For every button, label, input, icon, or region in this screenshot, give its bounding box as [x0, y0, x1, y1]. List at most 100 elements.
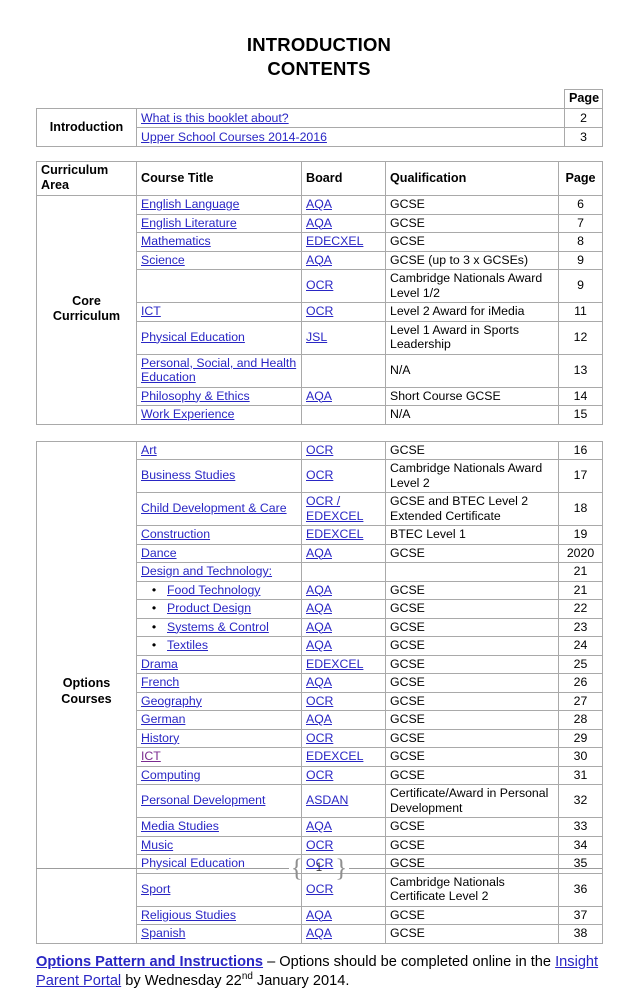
link-course-personal-social-and-health-education[interactable]: Personal, Social, and Health Education	[141, 356, 296, 385]
link-course-food-technology[interactable]: Food Technology	[167, 583, 260, 597]
link-course-work-experience[interactable]: Work Experience	[141, 407, 234, 421]
table-cell-qualification: GCSE	[385, 747, 559, 767]
link-board-ocr[interactable]: OCR	[306, 468, 333, 482]
link-course-mathematics[interactable]: Mathematics	[141, 234, 211, 248]
link-course-french[interactable]: French	[141, 675, 179, 689]
link-course-ict[interactable]: ICT	[141, 304, 161, 318]
link-course-media-studies[interactable]: Media Studies	[141, 819, 219, 833]
link-course-german[interactable]: German	[141, 712, 185, 726]
link-board-ocr-edexcel[interactable]: OCR / EDEXCEL	[306, 494, 363, 523]
link-board-ocr[interactable]: OCR	[306, 882, 333, 896]
table-cell-page: 18	[558, 492, 603, 527]
table-cell-page: 29	[558, 728, 603, 749]
table-cell-board: OCR	[301, 459, 386, 494]
table-cell-course-title: ICT	[136, 747, 302, 767]
table-cell-board: AQA	[301, 924, 386, 944]
table-cell-course-title: Art	[136, 440, 302, 461]
table-cell-qualification: GCSE	[385, 710, 559, 730]
table-cell-board: OCR / EDEXCEL	[301, 492, 386, 527]
table-cell-course-title: Dance	[136, 543, 302, 564]
link-board-aqa[interactable]: AQA	[306, 216, 332, 230]
table-cell-page: 28	[558, 710, 603, 730]
link-course-personal-development[interactable]: Personal Development	[141, 793, 265, 807]
page-number: 1	[315, 862, 323, 874]
link-board-ocr[interactable]: OCR	[306, 838, 333, 852]
table-cell-qualification: GCSE	[385, 543, 559, 564]
table-cell-board: AQA	[301, 905, 386, 926]
link-course-textiles[interactable]: Textiles	[167, 638, 208, 652]
table-cell-qualification: GCSE	[385, 924, 559, 944]
table-cell-board: AQA	[301, 386, 386, 407]
link-board-aqa[interactable]: AQA	[306, 546, 332, 560]
link-board-aqa[interactable]: AQA	[306, 253, 332, 267]
link-board-ocr[interactable]: OCR	[306, 304, 333, 318]
link-board-aqa[interactable]: AQA	[306, 620, 332, 634]
link-course-systems-control[interactable]: Systems & Control	[167, 620, 269, 634]
table-cell-course-title: Physical Education	[136, 320, 302, 355]
link-board-aqa[interactable]: AQA	[306, 389, 332, 403]
table-cell-course-title: German	[136, 710, 302, 730]
table-cell-board: AQA	[301, 710, 386, 730]
table-cell-board: OCR	[301, 728, 386, 749]
bullet-icon: •	[151, 619, 157, 634]
link-course-product-design[interactable]: Product Design	[167, 601, 251, 615]
link-board-aqa[interactable]: AQA	[306, 712, 332, 726]
table-cell-board	[301, 353, 386, 388]
core-curriculum-table: Curriculum Area Course Title Board Quali…	[36, 161, 603, 425]
link-course-geography[interactable]: Geography	[141, 694, 202, 708]
link-course-business-studies[interactable]: Business Studies	[141, 468, 235, 482]
link-course-english-language[interactable]: English Language	[141, 197, 239, 211]
table-cell-page: 25	[558, 654, 603, 675]
link-course-child-development-care[interactable]: Child Development & Care	[141, 501, 287, 515]
table-cell-page: 7	[558, 213, 603, 234]
table-cell-page: 2	[564, 108, 603, 129]
table-cell-qualification: GCSE	[385, 195, 559, 215]
link-board-edexcel[interactable]: EDEXCEL	[306, 749, 363, 763]
link-course-philosophy-ethics[interactable]: Philosophy & Ethics	[141, 389, 250, 403]
link-board-aqa[interactable]: AQA	[306, 601, 332, 615]
table-cell-board: AQA	[301, 599, 386, 619]
link-course-ict[interactable]: ICT	[141, 749, 161, 763]
link-board-aqa[interactable]: AQA	[306, 908, 332, 922]
link-course-history[interactable]: History	[141, 731, 179, 745]
link-board-jsl[interactable]: JSL	[306, 330, 327, 344]
table-cell-board	[301, 405, 386, 425]
link-board-aqa[interactable]: AQA	[306, 197, 332, 211]
link-board-ocr[interactable]: OCR	[306, 278, 333, 292]
row-label-core-curriculum: Core Curriculum	[36, 195, 137, 425]
link-course-english-literature[interactable]: English Literature	[141, 216, 237, 230]
link-board-ocr[interactable]: OCR	[306, 731, 333, 745]
link-course-sport[interactable]: Sport	[141, 882, 170, 896]
table-cell-course-title: Spanish	[136, 924, 302, 944]
link-board-aqa[interactable]: AQA	[306, 638, 332, 652]
link-course-construction[interactable]: Construction	[141, 527, 210, 541]
link-options-pattern-and-instructions[interactable]: Options Pattern and Instructions	[36, 954, 263, 970]
link-board-aqa[interactable]: AQA	[306, 583, 332, 597]
table-row: Core Curriculum English Language AQA GCSE 6	[36, 195, 603, 425]
link-board-ocr[interactable]: OCR	[306, 768, 333, 782]
link-course-religious-studies[interactable]: Religious Studies	[141, 908, 236, 922]
link-board-edexcel[interactable]: EDEXCEL	[306, 657, 363, 671]
link-course-spanish[interactable]: Spanish	[141, 926, 185, 940]
link-course-design-and-technology[interactable]: Design and Technology:	[141, 564, 272, 578]
link-board-aqa[interactable]: AQA	[306, 675, 332, 689]
link-course-art[interactable]: Art	[141, 443, 157, 457]
table-cell-board: AQA	[301, 250, 386, 271]
link-what-is-this-booklet-about[interactable]: What is this booklet about?	[141, 111, 289, 125]
link-board-ocr[interactable]: OCR	[306, 694, 333, 708]
link-board-ocr[interactable]: OCR	[306, 443, 333, 457]
link-course-drama[interactable]: Drama	[141, 657, 178, 671]
link-course-science[interactable]: Science	[141, 253, 185, 267]
link-board-aqa[interactable]: AQA	[306, 926, 332, 940]
link-upper-school-courses[interactable]: Upper School Courses 2014-2016	[141, 130, 327, 144]
link-course-physical-education[interactable]: Physical Education	[141, 330, 245, 344]
link-board-aqa[interactable]: AQA	[306, 819, 332, 833]
link-board-edecxel[interactable]: EDECXEL	[306, 234, 363, 248]
link-board-edexcel[interactable]: EDEXCEL	[306, 527, 363, 541]
link-course-music[interactable]: Music	[141, 838, 173, 852]
link-board-asdan[interactable]: ASDAN	[306, 793, 348, 807]
table-row: Options Courses Art OCR GCSE 16	[36, 440, 603, 944]
table-cell-page: 30	[558, 747, 603, 767]
link-course-computing[interactable]: Computing	[141, 768, 200, 782]
link-course-dance[interactable]: Dance	[141, 546, 177, 560]
